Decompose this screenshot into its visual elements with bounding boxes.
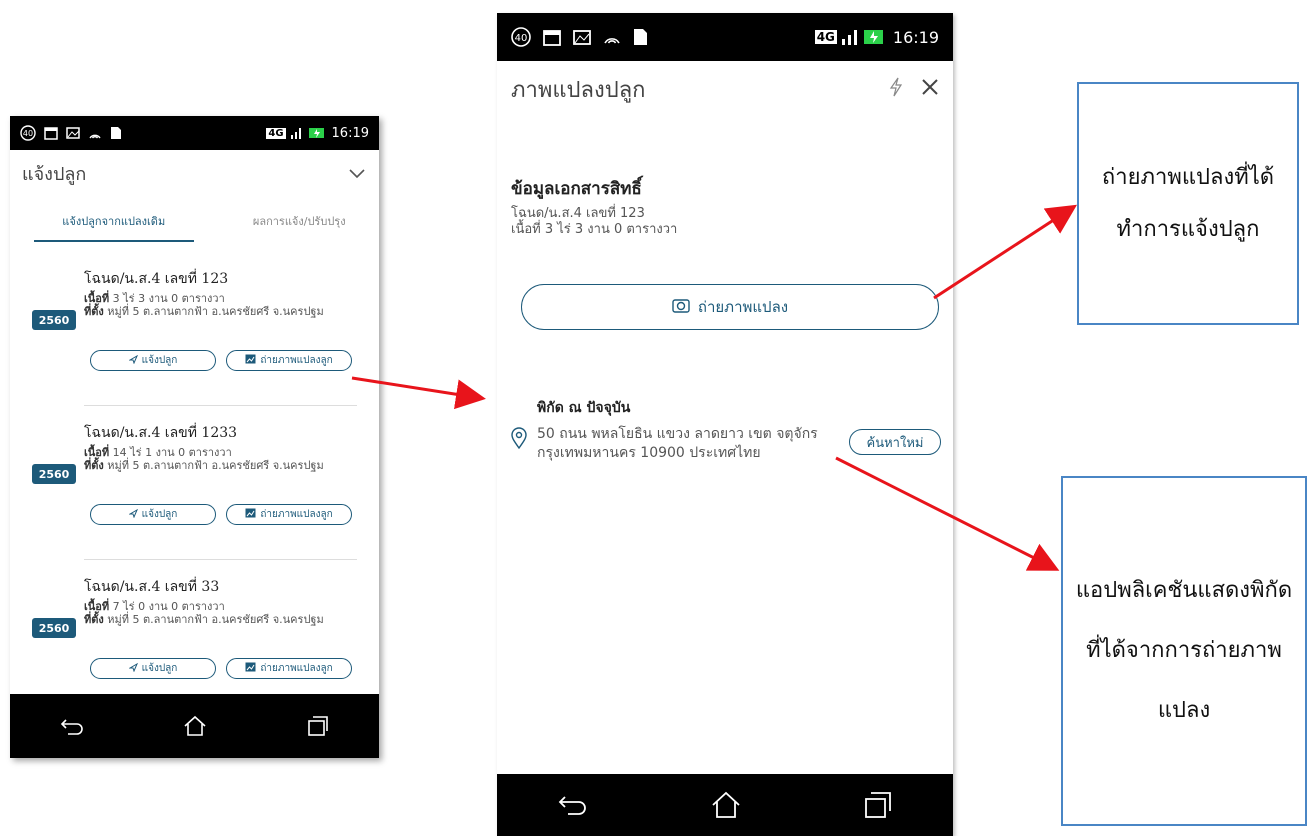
- location-text: ที่ตั้ง หมู่ที่ 5 ต.ลานตากฟ้า อ.นครชัยศร…: [84, 459, 324, 472]
- plot-list: โฉนด/น.ส.4 เลขที่ 123 เนื้อที่ 3 ไร่ 3 ง…: [10, 268, 379, 714]
- android-nav-bar: [10, 694, 379, 758]
- document-info: ข้อมูลเอกสารสิทธิ์ โฉนด/น.ส.4 เลขที่ 123…: [511, 175, 677, 238]
- gallery-icon: [245, 354, 256, 367]
- battery-charging-icon: [863, 28, 885, 46]
- back-icon[interactable]: [60, 716, 84, 736]
- close-icon[interactable]: [921, 78, 939, 100]
- year-badge: 2560: [32, 618, 76, 638]
- document-info-title: ข้อมูลเอกสารสิทธิ์: [511, 179, 642, 199]
- home-icon[interactable]: [711, 791, 741, 819]
- hotspot-icon: [88, 126, 102, 140]
- notification-count-icon: 40: [20, 125, 36, 141]
- coordinates-title: พิกัด ณ ปัจจุบัน: [537, 400, 631, 416]
- status-bar: 40 4G 16:19: [497, 13, 953, 61]
- signal-icon: [841, 29, 859, 45]
- hotspot-icon: [603, 28, 621, 46]
- send-icon: [127, 354, 138, 367]
- network-type: 4G: [266, 127, 286, 139]
- deed-number: โฉนด/น.ส.4 เลขที่ 123: [511, 206, 645, 221]
- calendar-icon: [44, 126, 58, 140]
- tab-report-from-existing-plot[interactable]: แจ้งปลูกจากแปลงเดิม: [34, 212, 194, 242]
- address-text: 50 ถนน พหลโยธิน แขวง ลาดยาว เขต จตุจักร …: [537, 426, 818, 461]
- report-plant-button[interactable]: แจ้งปลูก: [90, 504, 216, 525]
- report-plant-button[interactable]: แจ้งปลูก: [90, 350, 216, 371]
- image-icon: [573, 28, 591, 46]
- location-text: ที่ตั้ง หมู่ที่ 5 ต.ลานตากฟ้า อ.นครชัยศร…: [84, 613, 324, 626]
- deed-title: โฉนด/น.ส.4 เลขที่ 1233: [84, 425, 238, 441]
- photo-plot-button[interactable]: ถ่ายภาพแปลงลูก: [226, 350, 352, 371]
- battery-charging-icon: [308, 126, 326, 140]
- photo-plot-button[interactable]: ถ่ายภาพแปลงลูก: [226, 504, 352, 525]
- location-pin-icon: [511, 427, 527, 453]
- recent-apps-icon[interactable]: [307, 715, 329, 737]
- android-nav-bar: [497, 774, 953, 836]
- send-icon: [127, 508, 138, 521]
- send-icon: [127, 662, 138, 675]
- location-text: ที่ตั้ง หมู่ที่ 5 ต.ลานตากฟ้า อ.นครชัยศร…: [84, 305, 324, 318]
- arrow-to-callout1: [933, 204, 1078, 300]
- callout-take-photo: ถ่ายภาพแปลงที่ได้ทำการแจ้งปลูก: [1077, 82, 1299, 325]
- camera-icon: [672, 297, 690, 317]
- status-bar: 40 4G 16:19: [10, 116, 379, 150]
- list-item: โฉนด/น.ส.4 เลขที่ 1233 เนื้อที่ 14 ไร่ 1…: [32, 422, 357, 560]
- app-header: ภาพแปลงปลูก: [497, 61, 953, 117]
- chevron-down-icon[interactable]: [349, 164, 365, 183]
- sd-card-icon: [110, 126, 122, 140]
- deed-title: โฉนด/น.ส.4 เลขที่ 123: [84, 271, 229, 287]
- notification-count-icon: 40: [511, 27, 531, 47]
- flash-icon[interactable]: [889, 77, 903, 101]
- network-type: 4G: [814, 30, 837, 44]
- clock: 16:19: [331, 125, 369, 141]
- deed-area: เนื้อที่ 3 ไร่ 3 งาน 0 ตารางวา: [511, 222, 678, 237]
- search-again-button[interactable]: ค้นหาใหม่: [849, 429, 941, 455]
- svg-text:40: 40: [515, 33, 528, 44]
- current-coordinates: พิกัด ณ ปัจจุบัน 50 ถนน พหลโยธิน แขวง ลา…: [511, 397, 941, 463]
- page-title: ภาพแปลงปลูก: [511, 77, 646, 103]
- app-header: แจ้งปลูก: [10, 150, 379, 196]
- calendar-icon: [543, 28, 561, 46]
- clock: 16:19: [892, 27, 939, 47]
- image-icon: [66, 126, 80, 140]
- tab-bar: แจ้งปลูกจากแปลงเดิม ผลการแจ้ง/ปรับปรุง: [10, 212, 379, 242]
- phone-screenshot-plant-list: 40 4G 16:19 แจ้งปลูก แจ้งปลูกจากแปลงเดิม…: [10, 116, 379, 758]
- report-plant-button[interactable]: แจ้งปลูก: [90, 658, 216, 679]
- gallery-icon: [245, 508, 256, 521]
- year-badge: 2560: [32, 464, 76, 484]
- back-icon[interactable]: [558, 793, 588, 817]
- callout-coordinates: แอปพลิเคชันแสดงพิกัดที่ได้จากการถ่ายภาพแ…: [1061, 476, 1307, 826]
- recent-apps-icon[interactable]: [864, 791, 892, 819]
- take-plot-photo-button[interactable]: ถ่ายภาพแปลง: [521, 284, 939, 330]
- year-badge: 2560: [32, 310, 76, 330]
- svg-text:40: 40: [23, 129, 33, 138]
- signal-icon: [290, 127, 304, 139]
- sd-card-icon: [633, 28, 648, 46]
- page-title: แจ้งปลูก: [22, 163, 87, 185]
- home-icon[interactable]: [183, 715, 207, 737]
- photo-plot-button[interactable]: ถ่ายภาพแปลงลูก: [226, 658, 352, 679]
- deed-title: โฉนด/น.ส.4 เลขที่ 33: [84, 579, 220, 595]
- phone-screenshot-plot-photo: 40 4G 16:19 ภาพแปลงปลูก ข้อมูลเอกสารสิทธ…: [497, 13, 953, 836]
- gallery-icon: [245, 662, 256, 675]
- list-item: โฉนด/น.ส.4 เลขที่ 123 เนื้อที่ 3 ไร่ 3 ง…: [32, 268, 357, 406]
- tab-report-results[interactable]: ผลการแจ้ง/ปรับปรุง: [220, 212, 380, 242]
